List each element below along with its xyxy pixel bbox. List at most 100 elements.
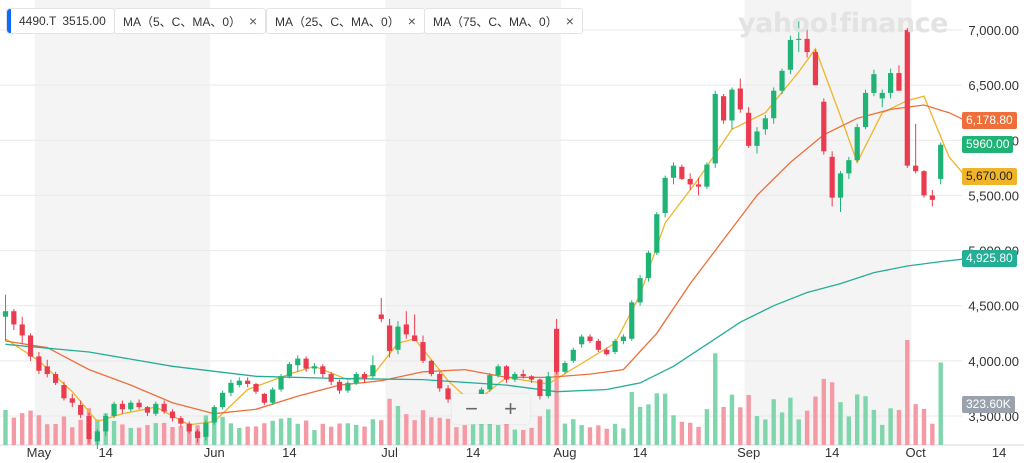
candle-body [779, 70, 785, 91]
candle-body [821, 101, 827, 152]
volume-bar [278, 418, 284, 445]
volume-bar [880, 424, 885, 445]
candle-body [846, 160, 852, 174]
volume-bar [237, 428, 242, 445]
candle-body [345, 382, 351, 391]
candle-body [61, 385, 67, 399]
volume-bar [855, 394, 860, 445]
ma75-chip[interactable]: MA（75、C、MA、0） × [424, 8, 583, 34]
candle [11, 309, 17, 330]
candle [253, 382, 259, 394]
ma5-price-tag: 5,670.00 [962, 168, 1017, 186]
candle [245, 377, 251, 388]
ma75-close-icon[interactable]: × [566, 13, 574, 29]
candle-body [595, 340, 601, 350]
volume-bar [863, 396, 868, 445]
candle [336, 379, 343, 394]
candle-body [403, 324, 409, 335]
candle-body [670, 165, 677, 178]
volume-bar [629, 391, 634, 445]
candle-body [78, 404, 84, 415]
candle-body [704, 164, 710, 187]
volume-bar [70, 427, 75, 445]
volume-bar [738, 407, 743, 445]
candle-body [896, 73, 902, 91]
candle [629, 300, 635, 341]
candle-body [562, 363, 568, 372]
volume-bar [754, 416, 760, 445]
candle [270, 387, 276, 405]
candle [862, 89, 869, 130]
volume-bar [45, 424, 50, 445]
candle-body [370, 365, 376, 377]
ma5-chip[interactable]: MA（5、C、MA、0） × [114, 8, 267, 34]
candle-body [528, 376, 535, 380]
candle-body [495, 366, 501, 376]
symbol-chip[interactable]: 4490.T 3515.00 [6, 8, 115, 34]
candle [645, 250, 652, 282]
candle-body [879, 92, 885, 99]
candle-body [929, 195, 935, 200]
volume-bar [804, 410, 810, 445]
candle-body [86, 415, 92, 440]
candle-body [428, 360, 434, 375]
volume-bar [445, 418, 451, 445]
candle-body [412, 335, 418, 341]
candle-body [754, 131, 760, 146]
candle-body [512, 374, 518, 380]
candle-body [804, 38, 810, 53]
candle [637, 274, 643, 306]
candle-body [220, 392, 226, 408]
candle [921, 170, 927, 198]
volume-bar [362, 426, 367, 445]
volume-bar [61, 416, 67, 445]
symbol-price: 3515.00 [62, 14, 106, 28]
candle [737, 78, 743, 113]
volume-bar [429, 417, 434, 445]
ma5-close-icon[interactable]: × [249, 13, 257, 29]
volume-bar [829, 382, 835, 445]
candle-body [53, 374, 59, 383]
ma25-close-icon[interactable]: × [408, 13, 416, 29]
volume-bar [320, 423, 325, 445]
volume-bar [303, 420, 309, 445]
candle [704, 162, 710, 189]
volume-bar [896, 409, 902, 445]
candle [595, 338, 601, 352]
volume-bar [153, 423, 158, 445]
candle-body [862, 92, 869, 128]
volume-bar [788, 397, 793, 445]
candle-body [796, 38, 802, 40]
volume-bar [36, 415, 42, 445]
volume-bar [512, 429, 518, 445]
volume-bar [604, 428, 609, 445]
candle-body [629, 302, 635, 339]
zoom-in-button[interactable]: + [504, 395, 517, 423]
candle-body [938, 144, 944, 179]
volume-bar [846, 416, 852, 445]
x-tick-label: 14 [825, 445, 839, 460]
candle-body [261, 393, 267, 403]
candle-body [812, 52, 819, 86]
volume-bar [161, 422, 167, 445]
volume-bar [11, 417, 17, 445]
y-tick-label: 5,500.00 [968, 188, 1019, 203]
volume-bar [270, 420, 275, 445]
candle-body [604, 349, 610, 355]
candle-body [729, 89, 735, 121]
candle [345, 380, 351, 393]
zoom-control: − + [452, 394, 530, 424]
ma25-chip[interactable]: MA（25、C、MA、0） × [266, 8, 425, 34]
candle [320, 364, 326, 378]
volume-bar [253, 426, 259, 445]
volume-bar [713, 353, 718, 445]
candle [19, 316, 25, 345]
x-tick-label: Jul [381, 445, 398, 460]
candle [654, 211, 660, 255]
volume-bar [354, 424, 359, 445]
candle [211, 404, 217, 425]
volume-bar [596, 425, 601, 445]
candle [904, 27, 910, 168]
zoom-out-button[interactable]: − [465, 395, 478, 423]
volume-tag: 323.60K [962, 396, 1015, 413]
